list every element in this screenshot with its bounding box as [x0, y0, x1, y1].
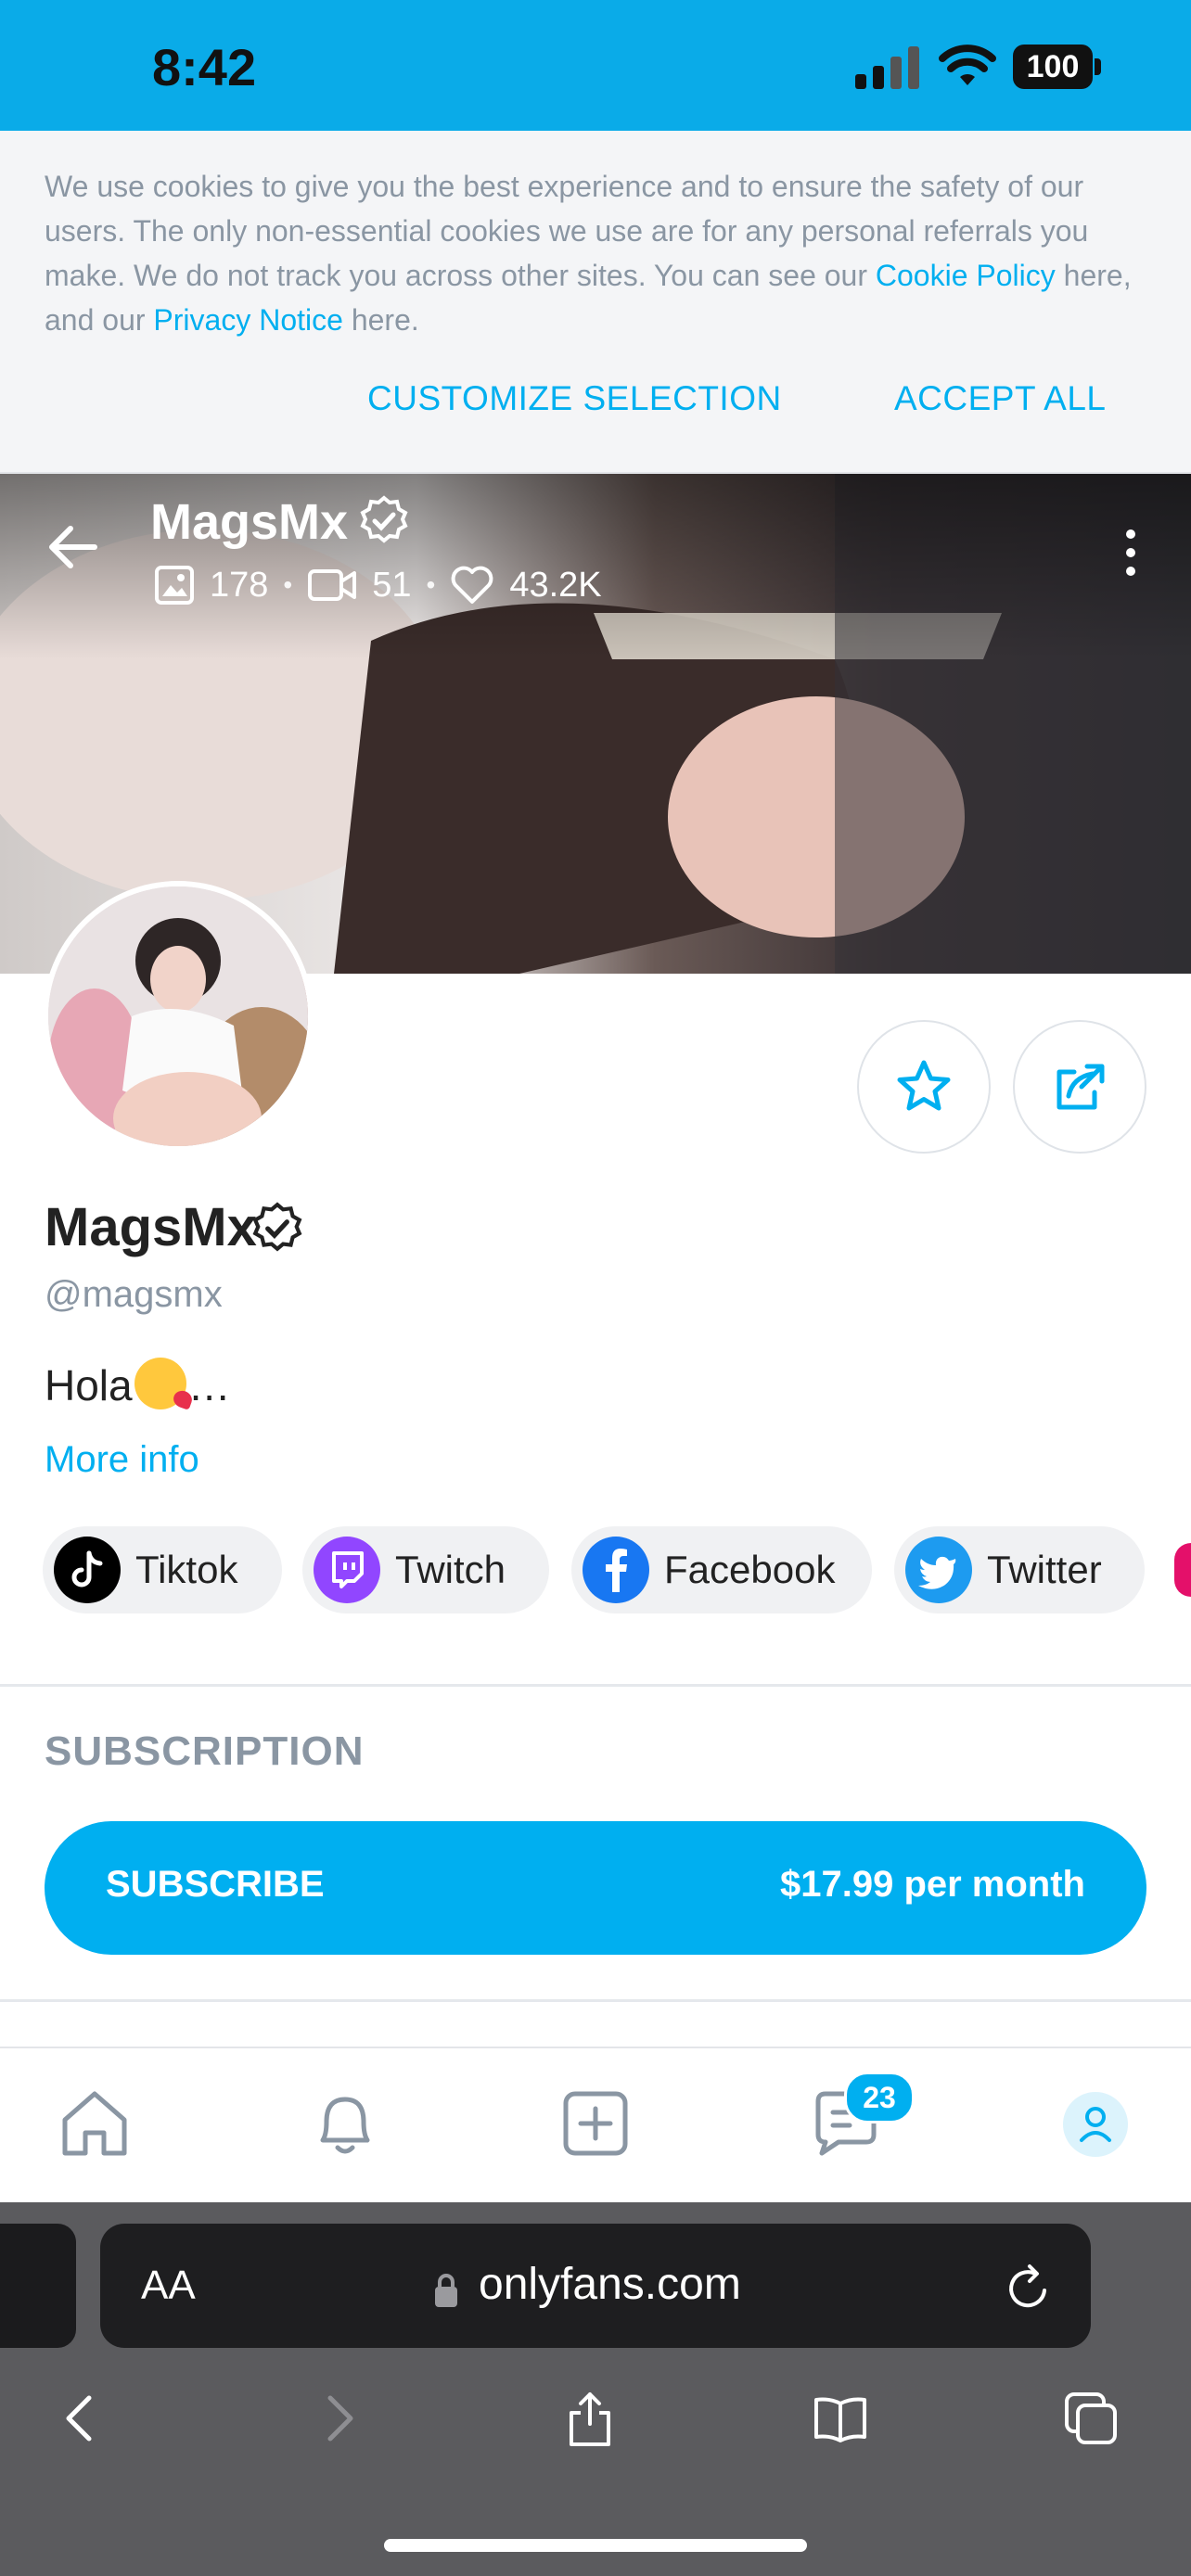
bookmarks-icon[interactable]: [813, 2391, 868, 2446]
profile-handle: @magsmx: [45, 1274, 223, 1315]
facebook-icon: [583, 1537, 649, 1603]
photos-count: 178: [210, 565, 269, 605]
accept-all-button[interactable]: ACCEPT ALL: [894, 379, 1106, 418]
star-icon: [897, 1060, 951, 1111]
header-stats: 178 • 51 • 43.2K: [154, 562, 602, 608]
battery-icon: 100: [1013, 45, 1102, 89]
home-indicator: [384, 2539, 807, 2552]
cookie-text: We use cookies to give you the best expe…: [45, 170, 1132, 337]
cellular-signal-icon: [855, 46, 919, 89]
subscribe-label: SUBSCRIBE: [106, 1864, 325, 1905]
reader-options-button[interactable]: AA: [141, 2263, 196, 2309]
customize-selection-button[interactable]: CUSTOMIZE SELECTION: [367, 379, 782, 418]
browser-forward-icon[interactable]: [312, 2391, 367, 2446]
wifi-icon: [939, 45, 996, 85]
kiss-emoji-icon: [134, 1358, 186, 1409]
more-options-icon[interactable]: [1117, 525, 1145, 580]
tiktok-icon: [54, 1537, 121, 1603]
profile-name: MagsMx: [45, 1197, 257, 1257]
notifications-bell-icon[interactable]: [306, 2085, 384, 2162]
subscribe-price: $17.99 per month: [779, 1864, 1085, 1905]
twitter-icon: [905, 1537, 972, 1603]
profile-bio: Hola…: [45, 1358, 231, 1410]
social-link-partial[interactable]: [1174, 1543, 1191, 1597]
browser-back-icon[interactable]: [52, 2391, 108, 2446]
heart-icon: [451, 566, 493, 604]
social-link-twitch[interactable]: Twitch: [302, 1526, 549, 1613]
verified-badge-icon: [360, 495, 408, 543]
social-link-facebook[interactable]: Facebook: [571, 1526, 872, 1613]
image-icon: [155, 566, 194, 605]
url-text[interactable]: onlyfans.com: [479, 2259, 741, 2310]
user-icon: [1080, 2107, 1111, 2142]
previous-tab-preview[interactable]: [0, 2224, 76, 2348]
share-button[interactable]: [1013, 1020, 1146, 1154]
tabs-icon[interactable]: [1063, 2391, 1119, 2446]
video-icon: [308, 569, 357, 601]
home-icon[interactable]: [56, 2085, 134, 2162]
share-icon: [1057, 1064, 1105, 1110]
social-link-twitter[interactable]: Twitter: [894, 1526, 1145, 1613]
privacy-notice-link[interactable]: Privacy Notice: [153, 303, 343, 337]
subscribe-button[interactable]: SUBSCRIBE $17.99 per month: [45, 1821, 1146, 1955]
lock-icon: [435, 2274, 457, 2307]
reload-icon[interactable]: [1004, 2259, 1056, 2315]
back-arrow-icon[interactable]: [45, 519, 100, 575]
profile-nav-button[interactable]: [1063, 2092, 1128, 2157]
header-profile-name: MagsMx: [150, 494, 349, 550]
browser-share-icon[interactable]: [562, 2391, 618, 2446]
likes-count: 43.2K: [509, 565, 602, 605]
social-link-tiktok[interactable]: Tiktok: [43, 1526, 282, 1613]
more-info-link[interactable]: More info: [45, 1439, 199, 1481]
subscription-heading: SUBSCRIPTION: [45, 1728, 365, 1774]
section-divider: [0, 1684, 1191, 1687]
favorite-star-button[interactable]: [857, 1020, 991, 1154]
avatar[interactable]: [43, 881, 314, 1152]
status-time: 8:42: [152, 38, 257, 96]
twitch-icon: [314, 1537, 380, 1603]
add-post-icon[interactable]: [557, 2085, 634, 2162]
section-divider: [0, 1999, 1191, 2002]
battery-level: 100: [1013, 45, 1093, 89]
messages-badge: 23: [844, 2072, 915, 2123]
cookie-banner: We use cookies to give you the best expe…: [0, 131, 1191, 474]
avatar-image: [48, 886, 308, 1146]
verified-badge-icon: [252, 1202, 302, 1252]
cookie-policy-link[interactable]: Cookie Policy: [876, 259, 1056, 292]
videos-count: 51: [372, 565, 412, 605]
